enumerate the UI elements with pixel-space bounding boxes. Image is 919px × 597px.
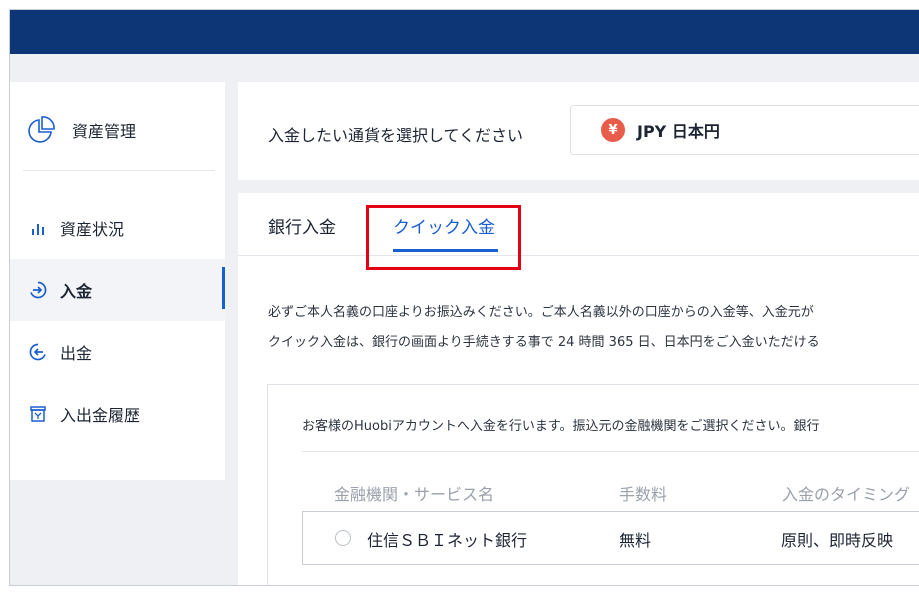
sidebar-header: 資産管理 xyxy=(26,112,136,148)
bank-name: 住信ＳＢＩネット銀行 xyxy=(367,531,528,550)
sidebar-item-asset-status[interactable]: 資産状況 xyxy=(10,197,225,259)
bank-fee: 無料 xyxy=(619,531,652,550)
currency-panel: 入金したい通貨を選択してください ¥ JPY 日本円 xyxy=(238,82,919,180)
active-tab-underline xyxy=(393,249,498,252)
bank-timing: 原則、即時反映 xyxy=(781,531,894,550)
bank-selection-intro: お客様のHuobiアカウントへ入金を行います。振込元の金融機関をご選択ください。… xyxy=(302,419,820,434)
sidebar-item-label: 出金 xyxy=(60,344,93,363)
pie-chart-icon xyxy=(26,115,56,145)
tab-quick-deposit[interactable]: クイック入金 xyxy=(393,213,495,238)
column-header-service: 金融機関・サービス名 xyxy=(334,485,495,504)
sidebar-item-withdraw[interactable]: 出金 xyxy=(10,321,225,383)
currency-selected-value: JPY 日本円 xyxy=(637,122,720,141)
notice-line-1: 必ずご本人名義の口座よりお振込みください。ご本人名義以外の口座からの入金等、入金… xyxy=(268,305,814,320)
app-window: 資産管理 資産状況 入金 出金 入出金履歴 入金したい通貨を選択してください ¥… xyxy=(9,9,919,586)
sidebar-item-label: 資産状況 xyxy=(60,220,125,239)
deposit-panel: 銀行入金 クイック入金 必ずご本人名義の口座よりお振込みください。ご本人名義以外… xyxy=(238,193,919,585)
active-indicator xyxy=(222,267,225,309)
tab-bank-deposit[interactable]: 銀行入金 xyxy=(268,213,336,238)
currency-prompt: 入金したい通貨を選択してください xyxy=(268,126,524,145)
box-divider xyxy=(302,451,919,452)
notice-line-2: クイック入金は、銀行の画面より手続きする事で 24 時間 365 日、日本円をご… xyxy=(268,335,820,350)
bank-radio-button[interactable] xyxy=(335,530,351,546)
sidebar-header-label: 資産管理 xyxy=(72,122,137,141)
deposit-arrow-icon xyxy=(28,280,48,300)
bar-chart-icon xyxy=(28,218,48,238)
table-row[interactable]: 住信ＳＢＩネット銀行 無料 原則、即時反映 xyxy=(302,511,919,565)
top-navigation-bar xyxy=(10,10,919,54)
sidebar-item-label: 入金 xyxy=(60,282,93,301)
deposit-tabs: 銀行入金 クイック入金 xyxy=(238,193,919,270)
column-header-fee: 手数料 xyxy=(619,485,668,504)
currency-select[interactable]: ¥ JPY 日本円 xyxy=(570,105,919,155)
sidebar-item-history[interactable]: 入出金履歴 xyxy=(10,383,225,445)
bank-selection-box: お客様のHuobiアカウントへ入金を行います。振込元の金融機関をご選択ください。… xyxy=(267,384,919,585)
history-box-icon xyxy=(28,404,48,424)
sidebar: 資産管理 資産状況 入金 出金 入出金履歴 xyxy=(10,82,225,480)
sidebar-item-deposit[interactable]: 入金 xyxy=(10,259,225,321)
sidebar-divider xyxy=(23,170,215,171)
withdraw-arrow-icon xyxy=(28,342,48,362)
column-header-timing: 入金のタイミング xyxy=(782,485,911,504)
yen-icon: ¥ xyxy=(601,118,625,142)
sidebar-item-label: 入出金履歴 xyxy=(60,406,141,425)
